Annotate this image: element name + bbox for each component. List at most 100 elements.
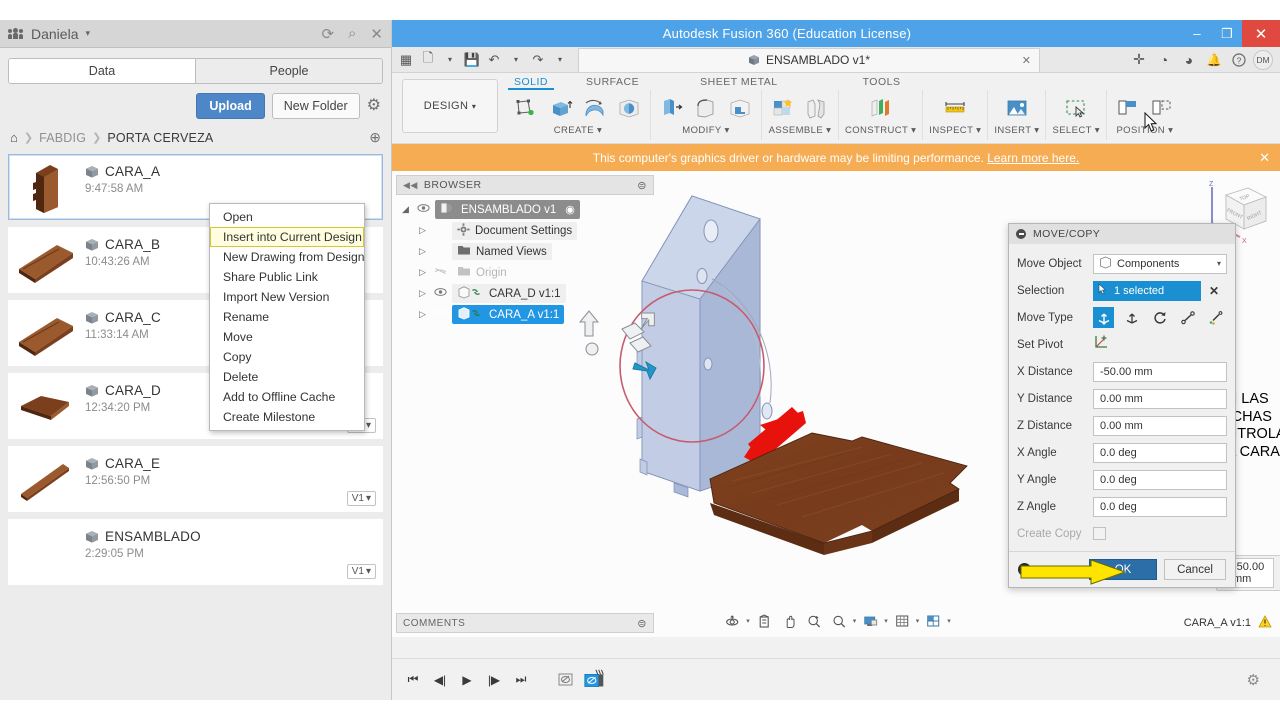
viewports-icon[interactable] [922,611,944,631]
joint-icon[interactable] [802,94,832,124]
rotate-icon[interactable] [1149,307,1170,328]
search-icon[interactable]: ⌕ [348,25,356,42]
browser-node-cara-a-v1-1[interactable]: ▷ CARA_A v1:1 [396,304,654,325]
z-distance-input[interactable]: 0.00 mm [1093,415,1227,436]
help-icon[interactable]: ? [1228,50,1250,70]
close-icon[interactable]: ✕ [1259,150,1270,166]
context-menu-item[interactable]: Create Milestone [210,407,364,427]
browser-node-cara-d-v1-1[interactable]: ▷ CARA_D v1:1 [396,283,654,304]
y-distance-input[interactable]: 0.00 mm [1093,388,1227,409]
cancel-button[interactable]: Cancel [1164,559,1226,580]
visibility-eye-icon[interactable] [434,266,447,279]
align-icon[interactable] [1113,94,1143,124]
app-grid-icon[interactable]: ▦ [396,50,416,70]
x-distance-input[interactable]: -50.00 mm [1093,361,1227,382]
version-badge[interactable]: V1▾ [346,491,376,506]
chevron-down-icon[interactable]: ▾ [884,617,888,625]
look-at-icon[interactable] [753,611,775,631]
context-menu-item[interactable]: Share Public Link [210,267,364,287]
zoom-window-icon[interactable] [803,611,825,631]
breadcrumb-item-fabdig[interactable]: FABDIG [39,131,86,145]
browser-node-origin[interactable]: ▷ Origin [396,262,654,283]
save-icon[interactable]: 💾 [462,50,482,70]
ribbon-tab-surface[interactable]: SURFACE [580,76,645,90]
document-tab[interactable]: ENSAMBLADO v1* ✕ [578,47,1040,72]
minimize-dialog-icon[interactable] [1016,229,1026,239]
timeline-next-icon[interactable]: |▶ [485,671,503,689]
ribbon-tab-tools[interactable]: TOOLS [857,76,907,90]
offset-plane-icon[interactable] [866,94,896,124]
new-folder-button[interactable]: New Folder [271,93,360,119]
minimize-button[interactable]: – [1182,20,1212,47]
user-menu[interactable]: Daniela ▾ [8,26,90,42]
comments-options-icon[interactable]: ⊜ [637,617,647,630]
context-menu-item[interactable]: Import New Version [210,287,364,307]
workspace-switcher[interactable]: DESIGN ▾ [402,79,498,133]
browser-node-ensamblado-v1[interactable]: ◢ ENSAMBLADO v1 ◉ [396,199,654,220]
move-object-select[interactable]: Components ▾ [1093,253,1227,274]
gear-icon[interactable]: ⚙ [367,98,381,114]
chevron-down-icon[interactable]: ▾ [947,617,951,625]
version-badge[interactable]: V1▾ [346,564,376,579]
chevron-down-icon[interactable]: ▾ [916,617,920,625]
context-menu-item[interactable]: Move [210,327,364,347]
revolve-icon[interactable] [580,94,610,124]
chevron-down-icon[interactable]: ▾ [746,617,750,625]
expand-arrow-icon[interactable]: ▷ [419,288,429,299]
extrude-icon[interactable] [546,94,576,124]
tab-people[interactable]: People [195,59,382,83]
sphere-icon[interactable] [614,94,644,124]
visibility-eye-icon[interactable] [434,287,447,300]
expand-arrow-icon[interactable]: ▷ [419,267,429,278]
avatar[interactable]: DM [1253,49,1273,70]
file-list-item[interactable]: ENSAMBLADO 2:29:05 PM V1 ▾ [8,519,383,585]
bell-icon[interactable]: 🔔 [1203,50,1225,70]
browser-node-document-settings[interactable]: ▷ Document Settings [396,220,654,241]
grid-snap-icon[interactable] [891,611,913,631]
sketch-create-icon[interactable] [512,94,542,124]
history-icon[interactable]: ◔ [1153,50,1175,70]
expand-arrow-icon[interactable]: ◢ [402,204,412,215]
translate-icon[interactable] [1121,307,1142,328]
chevron-down-icon[interactable]: ▾ [506,50,526,70]
context-menu-item[interactable]: Delete [210,367,364,387]
context-menu-item[interactable]: New Drawing from Design [210,247,365,267]
set-pivot-icon[interactable] [1093,334,1109,355]
visibility-eye-icon[interactable] [434,308,447,321]
y-angle-input[interactable]: 0.0 deg [1093,469,1227,490]
close-panel-icon[interactable]: ✕ [370,25,383,43]
timeline-feature-icon[interactable] [556,671,574,689]
select-window-icon[interactable] [1061,94,1091,124]
measure-icon[interactable] [940,94,970,124]
3d-viewport[interactable]: ◀◀ BROWSER ⊜ ◢ ENSAMBLADO v1 ◉ ▷ Document Se… [392,171,1280,637]
pan-icon[interactable] [778,611,800,631]
undo-icon[interactable]: ↶ [484,50,504,70]
selection-chip[interactable]: 1 selected [1093,280,1201,301]
orbit-icon[interactable] [721,611,743,631]
close-button[interactable]: ✕ [1242,20,1280,47]
browser-options-icon[interactable]: ⊜ [637,179,647,192]
display-settings-icon[interactable] [859,611,881,631]
chevron-down-icon[interactable]: ▾ [440,50,460,70]
timeline-settings-gear-icon[interactable]: ⚙ [1247,671,1260,689]
ribbon-tab-sheet-metal[interactable]: SHEET METAL [694,76,783,90]
tab-data[interactable]: Data [9,59,195,83]
timeline-feature-active-icon[interactable] [583,669,607,689]
chevron-down-icon[interactable]: ▾ [550,50,570,70]
ribbon-tab-solid[interactable]: SOLID [508,76,555,90]
timeline-prev-icon[interactable]: ◀| [431,671,449,689]
expand-arrow-icon[interactable]: ▷ [419,246,429,257]
visibility-eye-icon[interactable] [417,203,430,216]
clock-icon[interactable]: ◕ [1178,50,1200,70]
insert-image-icon[interactable] [1002,94,1032,124]
expand-arrow-icon[interactable]: ▷ [419,225,429,236]
shell-icon[interactable] [725,94,755,124]
refresh-icon[interactable]: ⟳ [321,25,334,43]
activate-component-icon[interactable]: ◉ [565,203,575,216]
point-to-position-icon[interactable] [1205,307,1226,328]
z-angle-input[interactable]: 0.0 deg [1093,496,1227,517]
learn-more-link[interactable]: Learn more here. [987,151,1079,165]
context-menu-item[interactable]: Open [210,207,364,227]
home-icon[interactable]: ⌂ [10,130,18,145]
redo-icon[interactable]: ↷ [528,50,548,70]
